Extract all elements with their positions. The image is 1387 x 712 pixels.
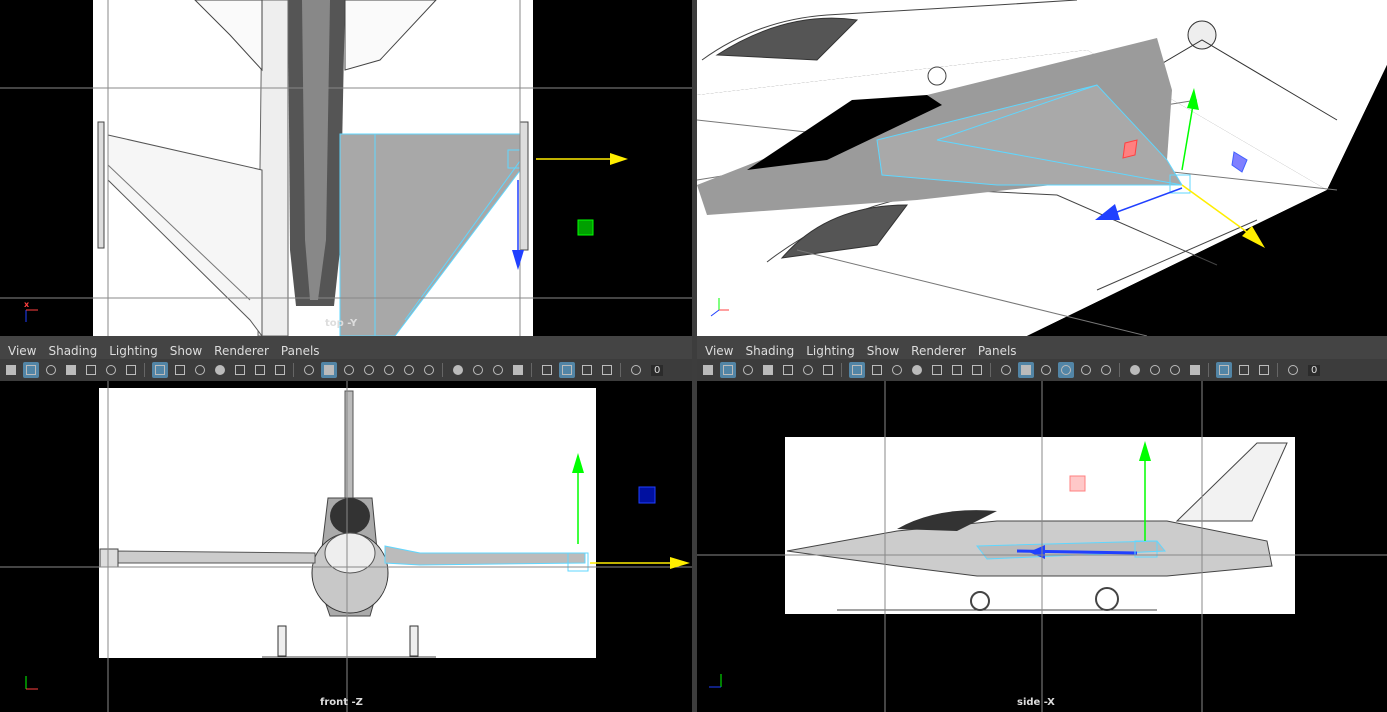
menu-renderer[interactable]: Renderer xyxy=(911,344,966,358)
lock-icon[interactable] xyxy=(740,362,756,378)
toolbar-separator xyxy=(531,363,532,377)
wireframe-icon[interactable] xyxy=(301,362,317,378)
xray-joints-icon[interactable] xyxy=(559,362,575,378)
ambient-occlusion-icon[interactable] xyxy=(1127,362,1143,378)
menu-show[interactable]: Show xyxy=(867,344,899,358)
isolate-select-icon[interactable] xyxy=(539,362,555,378)
safe-title-icon[interactable] xyxy=(272,362,288,378)
toolbar-separator xyxy=(1277,363,1278,377)
film-gate-icon[interactable] xyxy=(172,362,188,378)
image-plane-icon[interactable] xyxy=(780,362,796,378)
grease-pencil-icon[interactable] xyxy=(820,362,836,378)
lights-icon[interactable] xyxy=(401,362,417,378)
menu-renderer[interactable]: Renderer xyxy=(214,344,269,358)
toolbar-separator xyxy=(144,363,145,377)
menu-view[interactable]: View xyxy=(8,344,36,358)
toolbar-separator xyxy=(293,363,294,377)
menu-panels[interactable]: Panels xyxy=(281,344,320,358)
lights-icon[interactable] xyxy=(1098,362,1114,378)
viewport-front-scene xyxy=(0,381,692,712)
viewport-label: top -Y xyxy=(325,318,358,329)
xray-active-icon[interactable] xyxy=(579,362,595,378)
viewport-front[interactable]: front -Z xyxy=(0,381,692,712)
smooth-shade-icon[interactable] xyxy=(1018,362,1034,378)
lock-icon[interactable] xyxy=(43,362,59,378)
toolbar-separator xyxy=(1119,363,1120,377)
smooth-shade-icon[interactable] xyxy=(321,362,337,378)
gate-mask-icon[interactable] xyxy=(212,362,228,378)
exposure-field[interactable]: 0 xyxy=(651,364,664,376)
menu-lighting[interactable]: Lighting xyxy=(806,344,855,358)
depth-of-field-icon[interactable] xyxy=(510,362,526,378)
camera-icon[interactable] xyxy=(3,362,19,378)
xray-active-icon[interactable] xyxy=(1256,362,1272,378)
menu-panels[interactable]: Panels xyxy=(978,344,1017,358)
shadows-icon[interactable] xyxy=(421,362,437,378)
safe-action-icon[interactable] xyxy=(949,362,965,378)
anti-alias-icon[interactable] xyxy=(1167,362,1183,378)
two-d-pan-icon[interactable] xyxy=(800,362,816,378)
camera-icon[interactable] xyxy=(700,362,716,378)
grease-pencil-icon[interactable] xyxy=(123,362,139,378)
menu-lighting[interactable]: Lighting xyxy=(109,344,158,358)
gate-mask-icon[interactable] xyxy=(909,362,925,378)
resolution-gate-icon[interactable] xyxy=(889,362,905,378)
film-gate-icon[interactable] xyxy=(869,362,885,378)
bookmark-icon[interactable] xyxy=(63,362,79,378)
viewport-persp-scene xyxy=(697,0,1387,336)
isolate-select-icon[interactable] xyxy=(1216,362,1232,378)
xray-joints-icon[interactable] xyxy=(1236,362,1252,378)
depth-of-field-icon[interactable] xyxy=(1187,362,1203,378)
panel-menubar-right: View Shading Lighting Show Renderer Pane… xyxy=(697,341,1387,361)
anti-alias-icon[interactable] xyxy=(490,362,506,378)
menu-shading[interactable]: Shading xyxy=(48,344,97,358)
select-camera-icon[interactable] xyxy=(23,362,39,378)
safe-title-icon[interactable] xyxy=(969,362,985,378)
grid-icon[interactable] xyxy=(152,362,168,378)
wireframe-icon[interactable] xyxy=(998,362,1014,378)
viewport-label: side -X xyxy=(1017,697,1055,708)
resolution-gate-icon[interactable] xyxy=(192,362,208,378)
toolbar-separator xyxy=(841,363,842,377)
xray-icon[interactable] xyxy=(361,362,377,378)
xray-icon[interactable] xyxy=(1058,362,1074,378)
panel-toolbar-left: 0 xyxy=(0,359,692,381)
safe-action-icon[interactable] xyxy=(252,362,268,378)
textured-icon[interactable] xyxy=(1078,362,1094,378)
wireframe-on-shaded-icon[interactable] xyxy=(341,362,357,378)
toolbar-separator xyxy=(442,363,443,377)
viewport-side[interactable]: side -X xyxy=(697,381,1387,712)
grid-icon[interactable] xyxy=(849,362,865,378)
menu-view[interactable]: View xyxy=(705,344,733,358)
motion-blur-icon[interactable] xyxy=(1147,362,1163,378)
viewport-side-scene xyxy=(697,381,1387,712)
exposure-field[interactable]: 0 xyxy=(1308,364,1321,376)
viewport-label: front -Z xyxy=(320,697,363,708)
select-camera-icon[interactable] xyxy=(720,362,736,378)
toolbar-separator xyxy=(620,363,621,377)
panel-menubar-left: View Shading Lighting Show Renderer Pane… xyxy=(0,341,692,361)
ambient-occlusion-icon[interactable] xyxy=(450,362,466,378)
xray-components-icon[interactable] xyxy=(599,362,615,378)
panel-toolbar-right: 0 xyxy=(697,359,1387,381)
field-chart-icon[interactable] xyxy=(929,362,945,378)
bookmark-icon[interactable] xyxy=(760,362,776,378)
toolbar-separator xyxy=(990,363,991,377)
menu-show[interactable]: Show xyxy=(170,344,202,358)
viewport-top[interactable]: x top -Y xyxy=(0,0,692,336)
wireframe-on-shaded-icon[interactable] xyxy=(1038,362,1054,378)
viewport-top-scene xyxy=(0,0,692,336)
toolbar-separator xyxy=(1208,363,1209,377)
exposure-icon[interactable] xyxy=(628,362,644,378)
motion-blur-icon[interactable] xyxy=(470,362,486,378)
textured-icon[interactable] xyxy=(381,362,397,378)
field-chart-icon[interactable] xyxy=(232,362,248,378)
image-plane-icon[interactable] xyxy=(83,362,99,378)
viewport-persp[interactable] xyxy=(697,0,1387,336)
axis-x-label: x xyxy=(24,300,30,309)
exposure-icon[interactable] xyxy=(1285,362,1301,378)
menu-shading[interactable]: Shading xyxy=(745,344,794,358)
two-d-pan-icon[interactable] xyxy=(103,362,119,378)
